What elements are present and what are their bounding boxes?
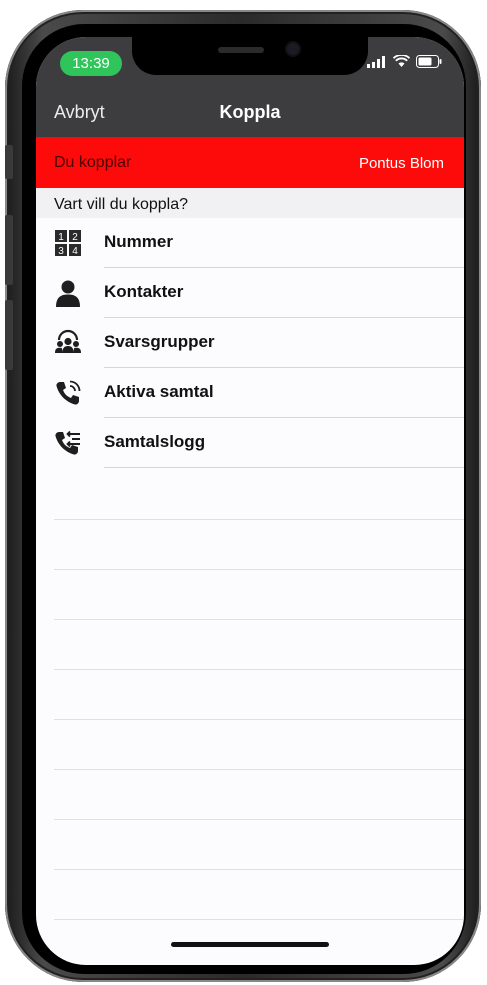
status-icons xyxy=(367,55,442,68)
page-title: Koppla xyxy=(219,102,281,122)
dialpad-icon: 1 2 3 4 xyxy=(55,230,81,257)
transfer-banner: Du kopplar Pontus Blom xyxy=(36,137,464,188)
call-log-icon xyxy=(55,430,80,455)
option-label: Kontakter xyxy=(104,282,184,301)
transfer-banner-label: Du kopplar xyxy=(54,154,132,171)
empty-row xyxy=(36,470,464,520)
empty-row xyxy=(36,720,464,770)
svg-text:3: 3 xyxy=(58,246,64,257)
front-camera xyxy=(287,43,299,55)
option-label: Svarsgrupper xyxy=(104,332,215,351)
empty-list-area xyxy=(36,470,464,920)
screen: 13:39 Avbryt Koppla Du kopplar Pontus Bl… xyxy=(36,37,464,965)
empty-row xyxy=(36,620,464,670)
svg-text:4: 4 xyxy=(72,246,78,257)
option-samtalslogg[interactable]: Samtalslogg xyxy=(36,418,464,468)
wifi-icon xyxy=(393,55,410,67)
section-title: Vart vill du koppla? xyxy=(54,196,188,213)
silent-switch xyxy=(5,145,13,179)
battery-icon xyxy=(416,55,442,68)
status-time[interactable]: 13:39 xyxy=(60,51,122,76)
transfer-contact-name: Pontus Blom xyxy=(358,155,444,172)
option-svarsgrupper[interactable]: Svarsgrupper xyxy=(36,318,464,368)
navigation-bar: Avbryt Koppla xyxy=(36,90,464,137)
divider xyxy=(104,467,464,468)
option-kontakter[interactable]: Kontakter xyxy=(36,268,464,318)
svg-text:2: 2 xyxy=(72,232,78,243)
option-nummer[interactable]: 1 2 3 4 Nummer xyxy=(36,218,464,268)
active-call-icon xyxy=(56,380,81,405)
home-indicator[interactable] xyxy=(171,942,329,947)
empty-row xyxy=(36,820,464,870)
empty-row xyxy=(36,770,464,820)
empty-row xyxy=(36,870,464,920)
group-icon xyxy=(55,329,81,353)
status-bar: 13:39 xyxy=(36,37,464,90)
notch xyxy=(132,37,368,75)
svg-text:1: 1 xyxy=(58,232,64,243)
signal-icon xyxy=(367,55,385,68)
volume-down-button xyxy=(5,300,13,370)
volume-up-button xyxy=(5,215,13,285)
section-header: Vart vill du koppla? xyxy=(36,188,464,218)
divider xyxy=(54,919,464,920)
empty-row xyxy=(36,670,464,720)
option-label: Samtalslogg xyxy=(104,432,206,451)
empty-row xyxy=(36,520,464,570)
transfer-options-list: 1 2 3 4 Nummer Kontakter Svarsgrupper Ak… xyxy=(36,218,464,468)
speaker xyxy=(218,47,264,53)
option-label: Nummer xyxy=(104,232,173,251)
person-icon xyxy=(56,280,80,307)
option-aktiva-samtal[interactable]: Aktiva samtal xyxy=(36,368,464,418)
empty-row xyxy=(36,570,464,620)
option-label: Aktiva samtal xyxy=(104,382,214,401)
